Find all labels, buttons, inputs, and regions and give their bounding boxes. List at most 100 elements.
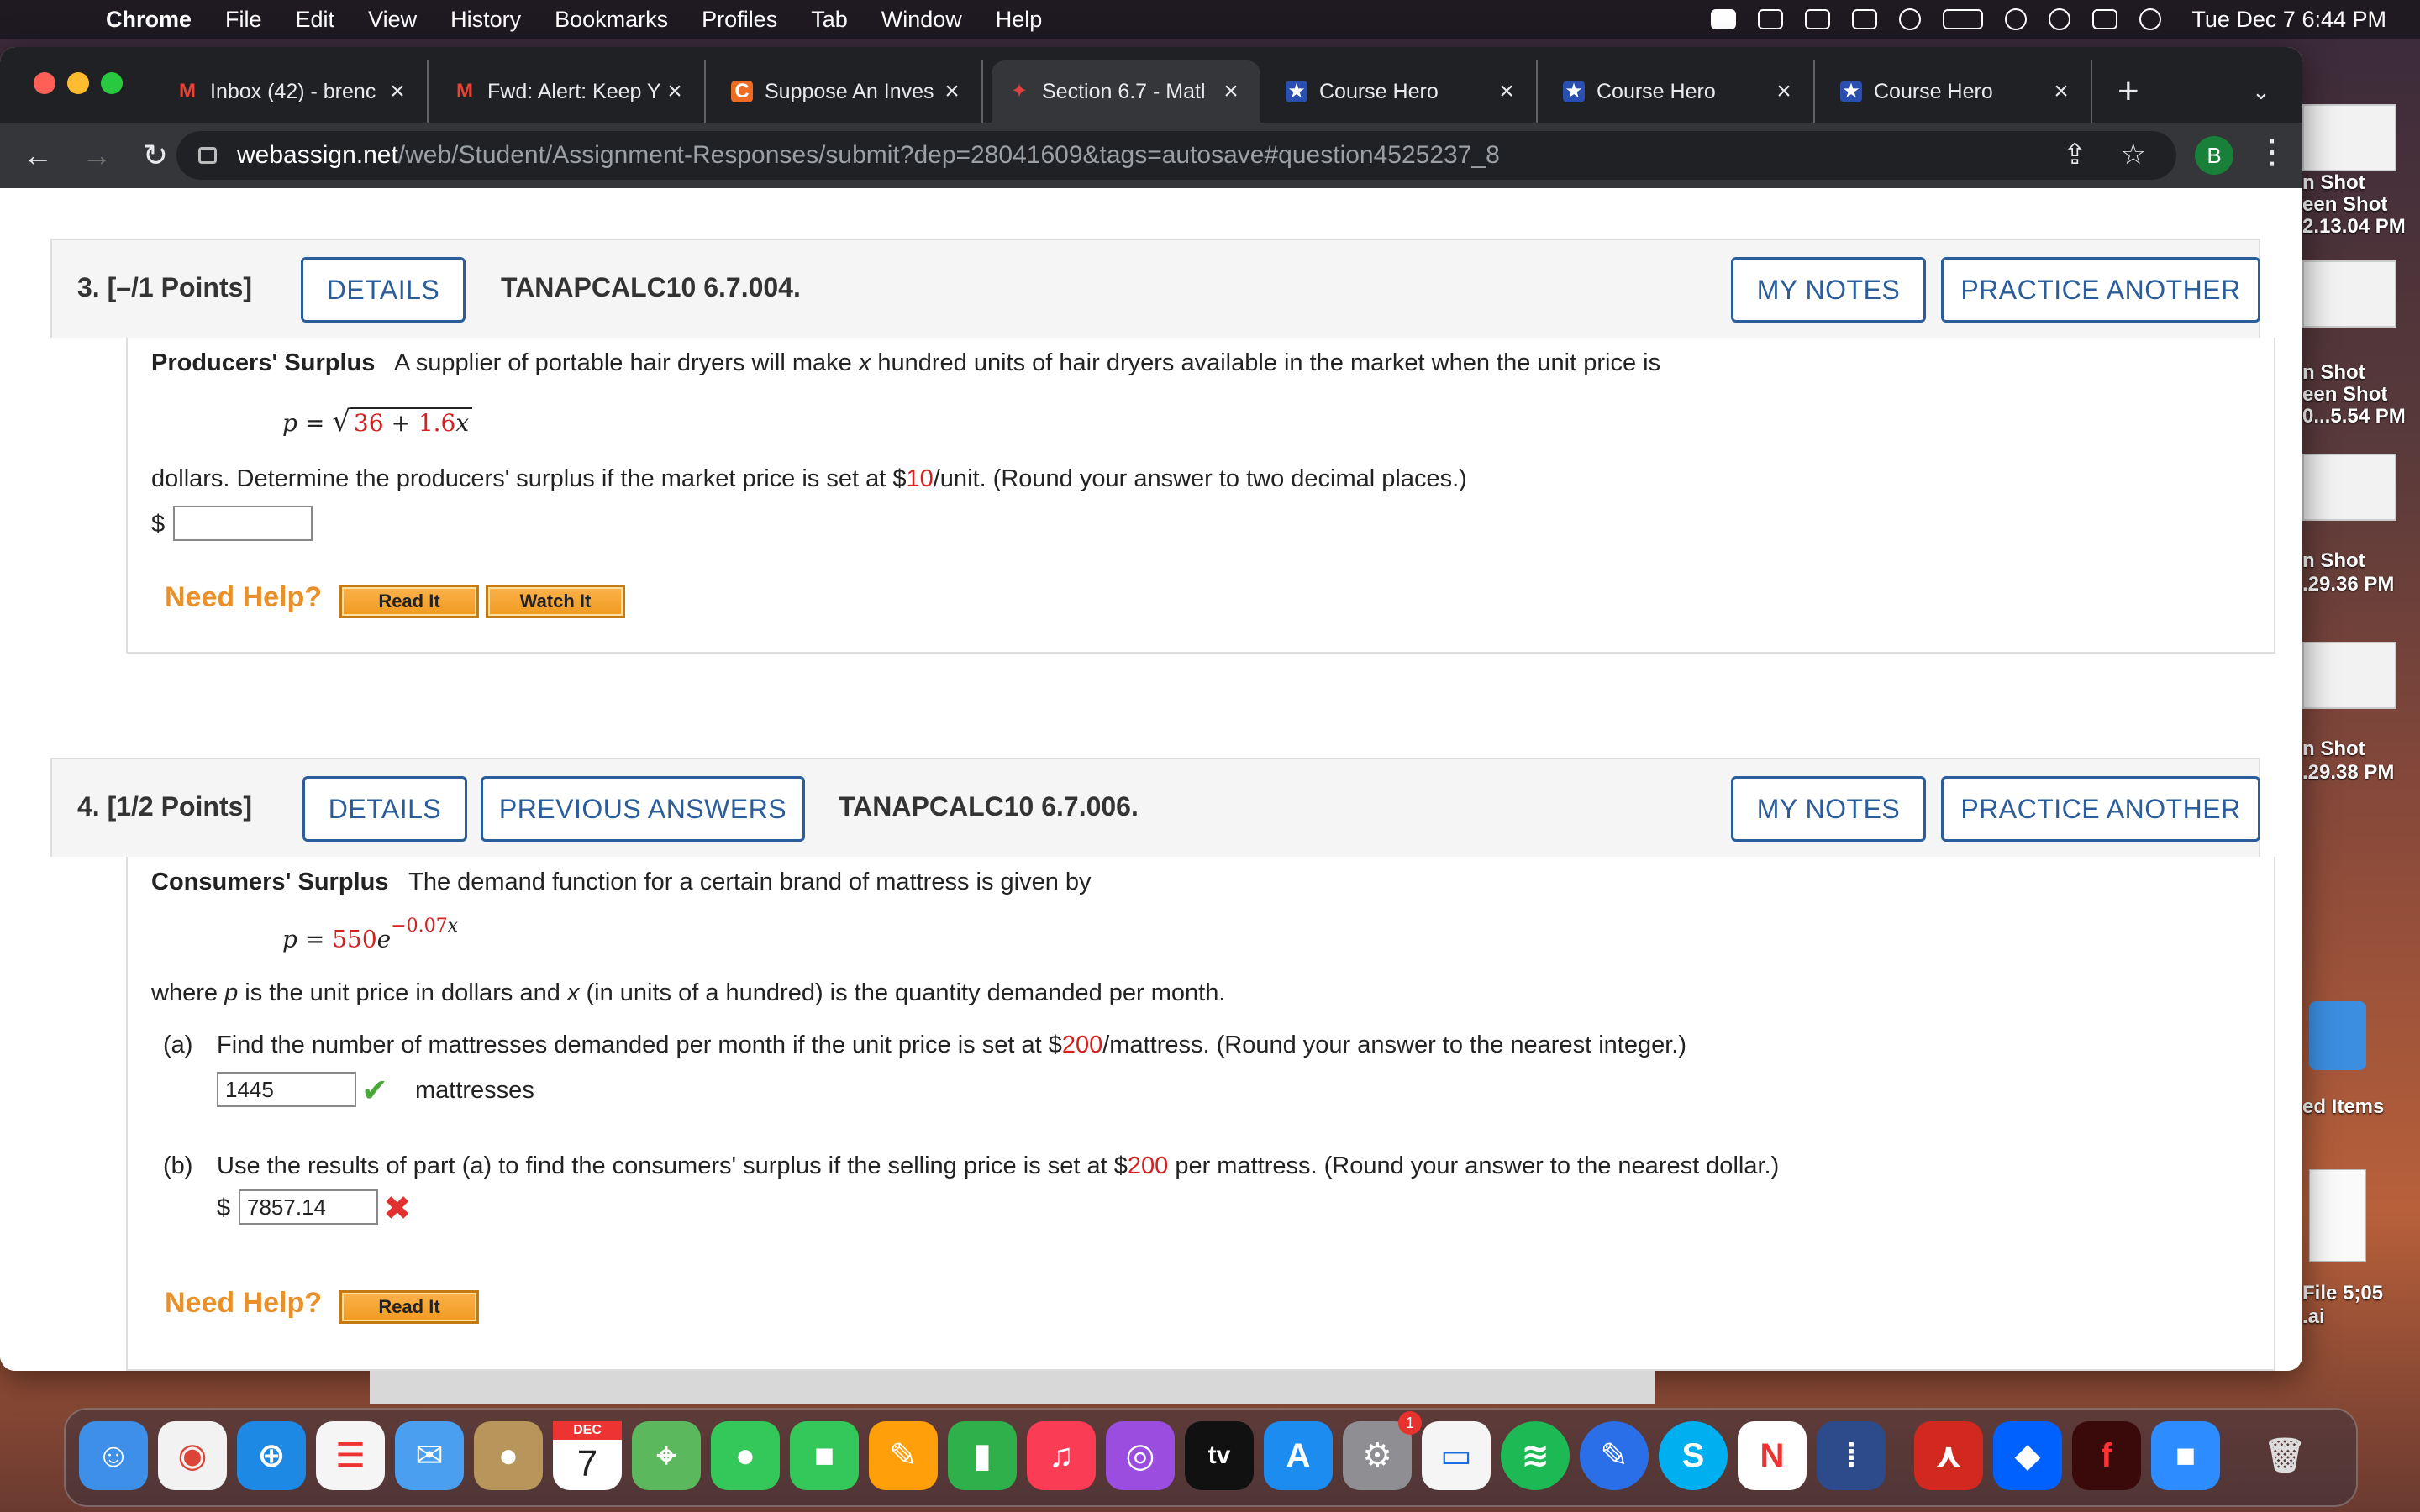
q3-watch-it-button[interactable]: Watch It bbox=[486, 585, 625, 618]
menu-profiles[interactable]: Profiles bbox=[685, 7, 794, 33]
desktop-screenshot-thumbnail[interactable] bbox=[2302, 104, 2396, 171]
menu-bookmarks[interactable]: Bookmarks bbox=[538, 7, 685, 33]
tab-coursehero-1[interactable]: ★ Course Hero × bbox=[1269, 60, 1538, 123]
wifi-icon[interactable] bbox=[2005, 8, 2028, 30]
profile-avatar[interactable]: B bbox=[2195, 136, 2233, 175]
desktop-screenshot-thumbnail[interactable] bbox=[2302, 454, 2396, 521]
back-arrow-icon[interactable]: ← bbox=[8, 138, 67, 173]
pages-icon[interactable]: ✎ bbox=[869, 1421, 938, 1490]
tab-gmail-inbox[interactable]: M Inbox (42) - brenc × bbox=[160, 60, 429, 123]
q3-read-it-button[interactable]: Read It bbox=[339, 585, 479, 618]
news-icon[interactable]: N bbox=[1738, 1421, 1807, 1490]
close-tab-icon[interactable]: × bbox=[2049, 77, 2074, 106]
tab-chegg[interactable]: C Suppose An Inves × bbox=[714, 60, 983, 123]
desktop-screenshot-thumbnail[interactable] bbox=[2302, 642, 2396, 709]
dropbox-tray-icon[interactable] bbox=[1805, 9, 1831, 29]
q3-answer-input[interactable] bbox=[173, 506, 313, 541]
dropbox-icon[interactable]: ◆ bbox=[1993, 1421, 2062, 1490]
close-tab-icon[interactable]: × bbox=[939, 77, 965, 106]
battery-icon[interactable] bbox=[1943, 9, 1984, 29]
app-store-icon[interactable]: A bbox=[1264, 1421, 1333, 1490]
control-center-icon[interactable] bbox=[2092, 9, 2118, 29]
forward-arrow-icon[interactable]: → bbox=[67, 138, 126, 173]
q4-read-it-button[interactable]: Read It bbox=[339, 1290, 479, 1324]
lock-icon[interactable] bbox=[198, 147, 217, 164]
apple-tv-icon[interactable]: tv bbox=[1185, 1421, 1254, 1490]
tab-gmail-fwd[interactable]: M Fwd: Alert: Keep Y × bbox=[437, 60, 706, 123]
desktop-screenshot-thumbnail[interactable] bbox=[2302, 260, 2396, 328]
incorrect-x-icon: ✖ bbox=[383, 1190, 412, 1227]
menu-edit[interactable]: Edit bbox=[279, 7, 352, 33]
q3-details-button[interactable]: DETAILS bbox=[301, 257, 466, 323]
mail-icon[interactable]: ✉ bbox=[395, 1421, 464, 1490]
menu-app-name[interactable]: Chrome bbox=[72, 7, 208, 33]
close-tab-icon[interactable]: × bbox=[385, 77, 410, 106]
coursehero-icon: ★ bbox=[1840, 81, 1862, 102]
tab-coursehero-3[interactable]: ★ Course Hero × bbox=[1823, 60, 2092, 123]
tab-webassign-active[interactable]: ✦ Section 6.7 - Matl × bbox=[992, 60, 1260, 123]
trash-icon[interactable]: 🗑 bbox=[2250, 1421, 2319, 1490]
spotify-icon[interactable]: ≋ bbox=[1501, 1421, 1570, 1490]
siri-icon[interactable] bbox=[2139, 8, 2162, 30]
skype-icon[interactable]: S bbox=[1659, 1421, 1728, 1490]
q4-part-b-answer-input[interactable] bbox=[239, 1189, 378, 1225]
acrobat-icon[interactable]: ⋏ bbox=[1914, 1421, 1983, 1490]
numbers-icon[interactable]: ▮ bbox=[948, 1421, 1017, 1490]
tab-search-chevron-icon[interactable]: ⌄ bbox=[2252, 79, 2270, 105]
contacts-icon[interactable]: ● bbox=[474, 1421, 543, 1490]
address-bar[interactable]: webassign.net/web/Student/Assignment-Res… bbox=[176, 131, 2176, 180]
q4-previous-answers-button[interactable]: PREVIOUS ANSWERS bbox=[481, 776, 805, 842]
spotlight-search-icon[interactable] bbox=[2049, 8, 2071, 30]
menubar-status-area: Tue Dec 7 6:44 PM bbox=[1711, 0, 2386, 39]
music-icon[interactable]: ♫ bbox=[1027, 1421, 1096, 1490]
calendar-icon[interactable]: DEC 7 bbox=[553, 1421, 622, 1490]
messages-icon[interactable]: ● bbox=[711, 1421, 780, 1490]
zoom-window-button[interactable] bbox=[101, 72, 123, 94]
q3-my-notes-button[interactable]: MY NOTES bbox=[1731, 257, 1926, 323]
chrome-icon[interactable]: ◉ bbox=[158, 1421, 227, 1490]
q4-details-button[interactable]: DETAILS bbox=[302, 776, 467, 842]
close-window-button[interactable] bbox=[34, 72, 55, 94]
close-tab-icon[interactable]: × bbox=[662, 77, 687, 106]
q4-my-notes-button[interactable]: MY NOTES bbox=[1731, 776, 1926, 842]
menu-help[interactable]: Help bbox=[979, 7, 1060, 33]
menu-window[interactable]: Window bbox=[865, 7, 979, 33]
bookmark-star-icon[interactable]: ☆ bbox=[2121, 138, 2146, 171]
menu-history[interactable]: History bbox=[434, 7, 538, 33]
voice-memos-icon[interactable]: ⁞ bbox=[1817, 1421, 1886, 1490]
q4-part-a-answer-input[interactable] bbox=[217, 1072, 356, 1107]
close-tab-icon[interactable]: × bbox=[1771, 77, 1797, 106]
flash-icon[interactable]: f bbox=[2072, 1421, 2141, 1490]
menu-tab[interactable]: Tab bbox=[794, 7, 865, 33]
maps-icon[interactable]: ⌖ bbox=[632, 1421, 701, 1490]
creative-cloud-tray-icon[interactable] bbox=[1852, 9, 1878, 29]
close-tab-icon[interactable]: × bbox=[1218, 77, 1244, 106]
document-icon[interactable] bbox=[2309, 1169, 2366, 1262]
finder-icon[interactable]: ☺ bbox=[79, 1421, 148, 1490]
menu-file[interactable]: File bbox=[208, 7, 279, 33]
q3-practice-another-button[interactable]: PRACTICE ANOTHER bbox=[1941, 257, 2260, 323]
zoom-tray-icon[interactable] bbox=[1711, 9, 1737, 29]
tab-coursehero-2[interactable]: ★ Course Hero × bbox=[1546, 60, 1815, 123]
safari-icon[interactable]: ⊕ bbox=[237, 1421, 306, 1490]
share-icon[interactable]: ⇪ bbox=[2063, 138, 2087, 171]
play-tray-icon[interactable] bbox=[1899, 8, 1922, 30]
gmail-icon: M bbox=[179, 80, 196, 102]
menubar-clock[interactable]: Tue Dec 7 6:44 PM bbox=[2191, 7, 2386, 33]
minimize-window-button[interactable] bbox=[67, 72, 89, 94]
close-tab-icon[interactable]: × bbox=[1494, 77, 1519, 106]
menu-view[interactable]: View bbox=[351, 7, 434, 33]
q4-equation: p = 550e−0.07x bbox=[282, 916, 459, 953]
folder-icon[interactable] bbox=[2309, 1001, 2366, 1070]
desktop-item-label: een Shot bbox=[2302, 193, 2388, 216]
pencil-app-icon[interactable]: ✎ bbox=[1580, 1421, 1649, 1490]
new-tab-plus-icon[interactable]: + bbox=[2118, 71, 2139, 113]
reminders-icon[interactable]: ☰ bbox=[316, 1421, 385, 1490]
facetime-icon[interactable]: ■ bbox=[790, 1421, 859, 1490]
podcasts-icon[interactable]: ◎ bbox=[1106, 1421, 1175, 1490]
screenshot-tray-icon[interactable] bbox=[1758, 9, 1784, 29]
q4-practice-another-button[interactable]: PRACTICE ANOTHER bbox=[1941, 776, 2260, 842]
chrome-menu-kebab-icon[interactable]: ⋮ bbox=[2255, 133, 2289, 171]
zoom-app-icon[interactable]: ■ bbox=[2151, 1421, 2220, 1490]
keynote-icon[interactable]: ▭ bbox=[1422, 1421, 1491, 1490]
